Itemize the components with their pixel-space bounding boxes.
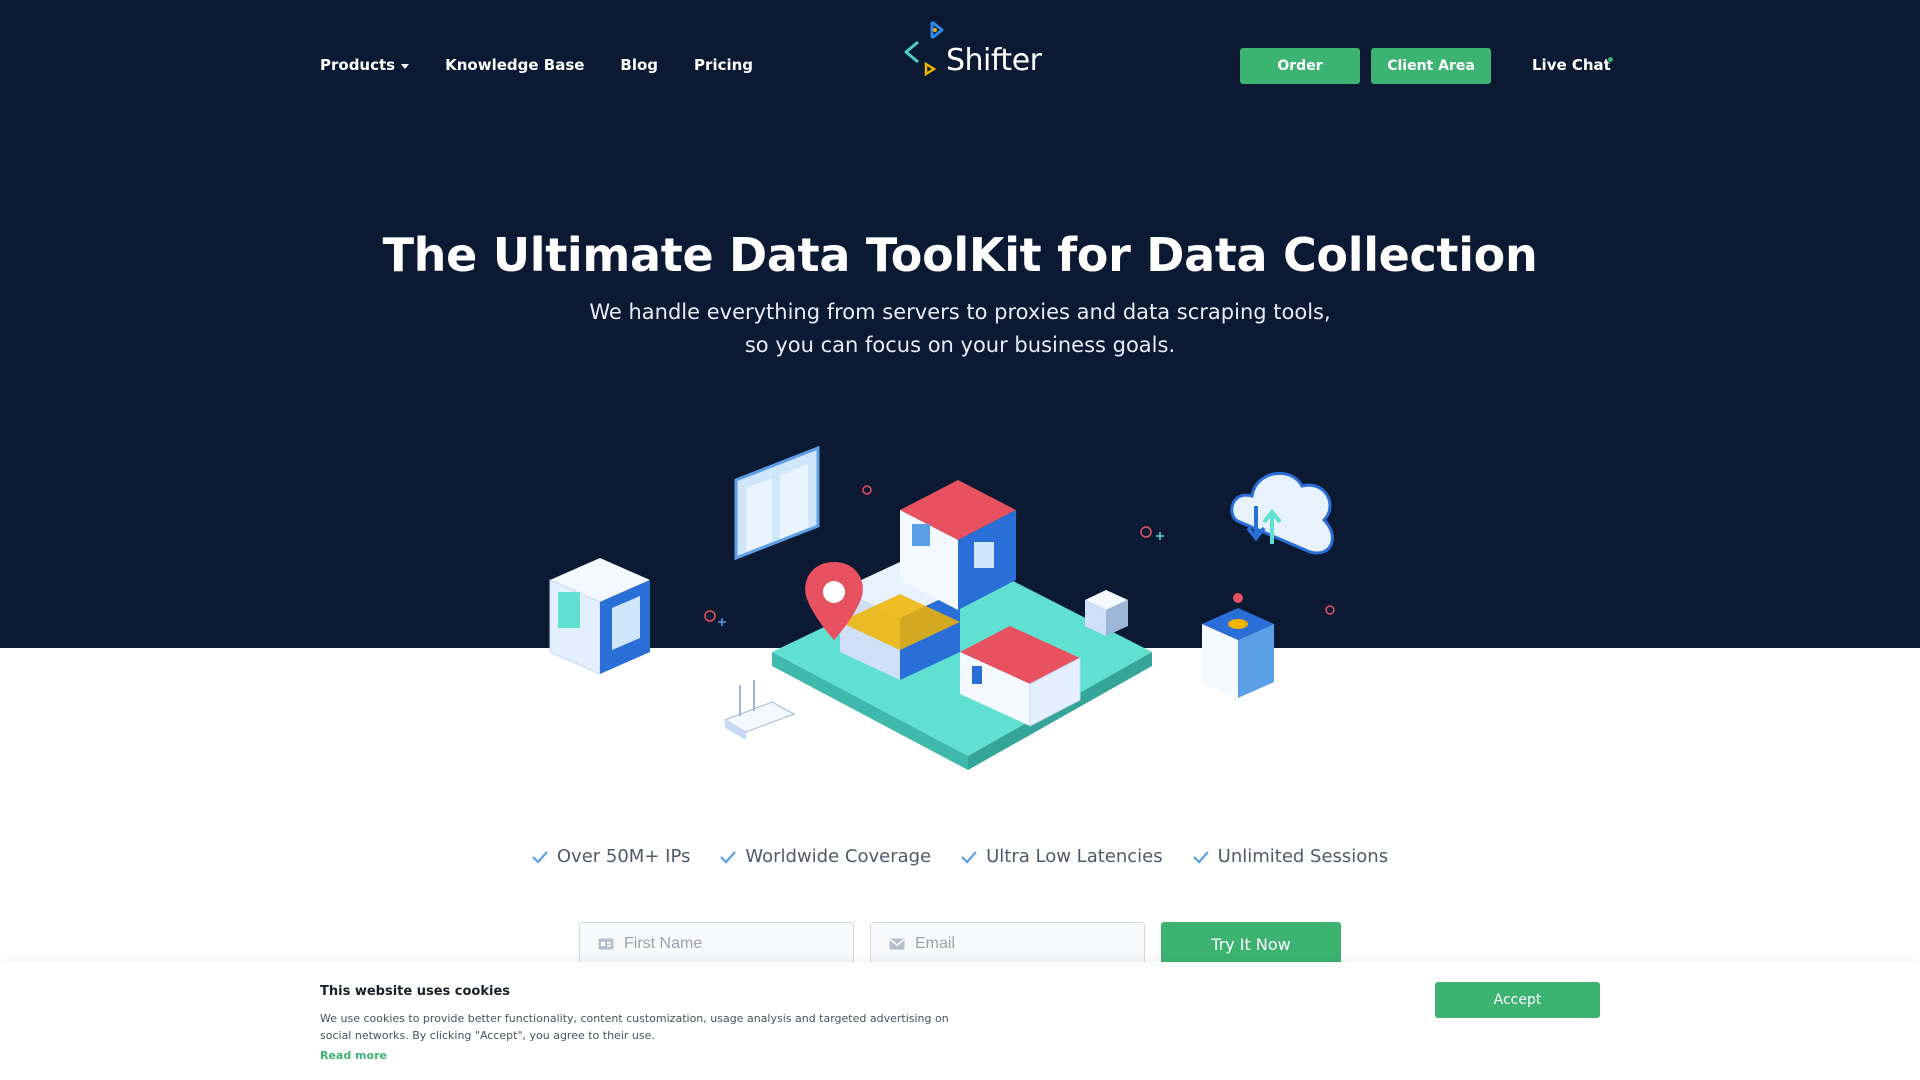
id-card-icon — [598, 938, 614, 950]
email-input[interactable] — [915, 935, 1144, 953]
logo[interactable]: Shifter — [904, 18, 1042, 78]
client-area-button[interactable]: Client Area — [1371, 48, 1491, 84]
robot-device-icon — [1202, 593, 1274, 698]
online-status-dot — [1607, 56, 1614, 63]
feature-label: Over 50M+ IPs — [556, 846, 691, 867]
caret-down-icon — [401, 63, 410, 69]
feature-item: Unlimited Sessions — [1192, 846, 1389, 867]
envelope-icon — [889, 938, 905, 950]
top-navbar: Products Knowledge Base Blog Pricing Shi… — [0, 0, 1920, 132]
email-field — [870, 922, 1145, 966]
hero-title: The Ultimate Data ToolKit for Data Colle… — [382, 228, 1538, 282]
hero-subtitle-line-2: so you can focus on your business goals. — [744, 333, 1176, 357]
nav-blog[interactable]: Blog — [620, 56, 658, 74]
cookie-accept-button[interactable]: Accept — [1435, 982, 1600, 1018]
check-icon — [1192, 850, 1209, 864]
first-name-field — [579, 922, 854, 966]
hero-subtitle-line-1: We handle everything from servers to pro… — [589, 300, 1331, 324]
nav-products-label: Products — [320, 56, 396, 74]
feature-item: Worldwide Coverage — [720, 846, 931, 867]
check-icon — [532, 850, 548, 864]
cookie-banner: This website uses cookies We use cookies… — [0, 962, 1920, 1080]
cookie-text: We use cookies to provide better functio… — [320, 1012, 949, 1042]
live-chat-link[interactable]: Live Chat — [1532, 56, 1611, 74]
check-icon — [961, 850, 977, 864]
first-name-input[interactable] — [624, 935, 853, 953]
nav-actions: Order Client Area — [1240, 48, 1491, 84]
router-icon — [723, 680, 796, 740]
try-it-now-button[interactable]: Try It Now — [1161, 922, 1341, 966]
feature-item: Ultra Low Latencies — [961, 846, 1163, 867]
nav-links: Products Knowledge Base Blog Pricing — [320, 56, 753, 74]
check-icon — [720, 850, 737, 864]
feature-list: Over 50M+ IPs Worldwide Coverage Ultra L… — [0, 846, 1920, 867]
feature-label: Worldwide Coverage — [745, 846, 932, 867]
signup-form: Try It Now — [579, 922, 1341, 966]
nav-products[interactable]: Products — [320, 56, 410, 74]
nav-pricing[interactable]: Pricing — [694, 56, 753, 74]
cookie-read-more-link[interactable]: Read more — [320, 1049, 387, 1062]
feature-label: Ultra Low Latencies — [986, 846, 1163, 867]
cloud-icon — [1230, 471, 1334, 555]
nav-knowledge-base[interactable]: Knowledge Base — [445, 56, 584, 74]
feature-label: Unlimited Sessions — [1217, 846, 1389, 867]
logo-mark-icon — [904, 20, 944, 77]
isometric-city-illustration — [549, 445, 1335, 770]
cookie-title: This website uses cookies — [320, 984, 511, 999]
hero-subtitle: We handle everything from servers to pro… — [0, 296, 1920, 362]
logo-text: Shifter — [946, 43, 1042, 78]
order-button[interactable]: Order — [1240, 48, 1360, 84]
feature-item: Over 50M+ IPs — [532, 846, 690, 867]
window-panel-icon — [734, 445, 820, 561]
kiosk-machine-icon — [549, 558, 650, 675]
